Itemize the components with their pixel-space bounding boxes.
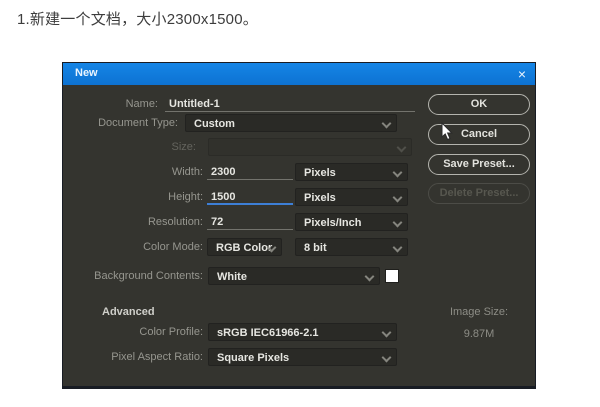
size-label: Size: <box>116 141 196 153</box>
height-label: Height: <box>73 191 203 203</box>
ok-button[interactable]: OK <box>428 94 530 115</box>
name-input[interactable]: Untitled-1 <box>169 98 220 110</box>
dialog-title: New <box>75 67 98 79</box>
document-type-label: Document Type: <box>73 117 178 129</box>
delete-preset-button: Delete Preset... <box>428 183 530 204</box>
height-input-underline-focused <box>207 203 293 205</box>
background-contents-label: Background Contents: <box>73 270 203 282</box>
size-select <box>208 138 412 156</box>
chevron-down-icon <box>393 168 403 178</box>
chevron-down-icon <box>397 143 407 153</box>
bit-depth-select[interactable]: 8 bit <box>295 238 408 256</box>
name-input-underline <box>165 111 415 112</box>
page-heading: 1.新建一个文档，大小2300x1500。 <box>17 8 258 29</box>
height-unit-select[interactable]: Pixels <box>295 188 408 206</box>
chevron-down-icon <box>382 328 392 338</box>
chevron-down-icon <box>393 193 403 203</box>
save-preset-button[interactable]: Save Preset... <box>428 154 530 175</box>
pixel-aspect-ratio-label: Pixel Aspect Ratio: <box>73 351 203 363</box>
background-color-swatch[interactable] <box>385 269 399 283</box>
chevron-down-icon <box>382 119 392 129</box>
new-document-dialog: New × Name: Untitled-1 Document Type: Cu… <box>62 62 536 389</box>
pixel-aspect-ratio-select[interactable]: Square Pixels <box>208 348 397 366</box>
height-input[interactable]: 1500 <box>211 191 235 203</box>
color-mode-select[interactable]: RGB Color <box>207 238 282 256</box>
advanced-section-label: Advanced <box>102 306 155 318</box>
chevron-down-icon <box>365 272 375 282</box>
image-size-label: Image Size: <box>428 306 530 318</box>
image-size-value: 9.87M <box>428 328 530 340</box>
color-profile-select[interactable]: sRGB IEC61966-2.1 <box>208 323 397 341</box>
color-profile-label: Color Profile: <box>73 326 203 338</box>
resolution-input-underline <box>207 229 293 230</box>
document-type-select[interactable]: Custom <box>185 114 397 132</box>
chevron-down-icon <box>382 353 392 363</box>
dialog-titlebar: New × <box>63 63 535 85</box>
name-label: Name: <box>78 98 158 110</box>
chevron-down-icon <box>393 218 403 228</box>
background-contents-select[interactable]: White <box>208 267 380 285</box>
width-label: Width: <box>73 166 203 178</box>
resolution-unit-select[interactable]: Pixels/Inch <box>295 213 408 231</box>
screenshot-root: 1.新建一个文档，大小2300x1500。 New × Name: Untitl… <box>0 0 600 407</box>
color-mode-label: Color Mode: <box>73 241 203 253</box>
width-unit-select[interactable]: Pixels <box>295 163 408 181</box>
chevron-down-icon <box>393 243 403 253</box>
close-icon[interactable]: × <box>518 65 526 83</box>
mouse-cursor-icon <box>441 122 454 141</box>
width-input-underline <box>207 179 293 180</box>
resolution-label: Resolution: <box>73 216 203 228</box>
width-input[interactable]: 2300 <box>211 166 235 178</box>
resolution-input[interactable]: 72 <box>211 216 223 228</box>
